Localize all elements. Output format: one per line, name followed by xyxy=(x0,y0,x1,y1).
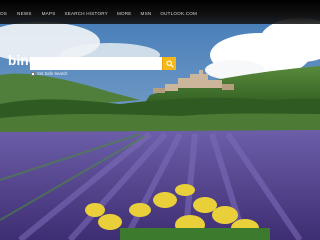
nav-item-msn[interactable]: MSN xyxy=(141,9,152,19)
search-button[interactable] xyxy=(162,57,176,70)
nav-item-os[interactable]: OS xyxy=(0,9,7,19)
nav-item-news[interactable]: NEWS xyxy=(17,9,32,19)
safe-search-option: Set Safe Search xyxy=(31,71,68,76)
nav-item-more[interactable]: MORE xyxy=(117,9,132,19)
magnifier-icon xyxy=(165,59,174,68)
search-bar xyxy=(30,57,180,70)
search-input[interactable] xyxy=(30,57,162,70)
safe-search-checkbox[interactable] xyxy=(31,71,35,76)
nav-links: OS NEWS MAPS SEARCH HISTORY MORE MSN OUT… xyxy=(0,9,197,19)
background-image xyxy=(0,0,320,240)
nav-item-search-history[interactable]: SEARCH HISTORY xyxy=(64,9,107,19)
safe-search-label: Set Safe Search xyxy=(37,71,68,76)
top-navigation-bar: OS NEWS MAPS SEARCH HISTORY MORE MSN OUT… xyxy=(0,0,320,24)
nav-item-outlook[interactable]: OUTLOOK.COM xyxy=(160,9,197,19)
nav-item-maps[interactable]: MAPS xyxy=(42,9,56,19)
